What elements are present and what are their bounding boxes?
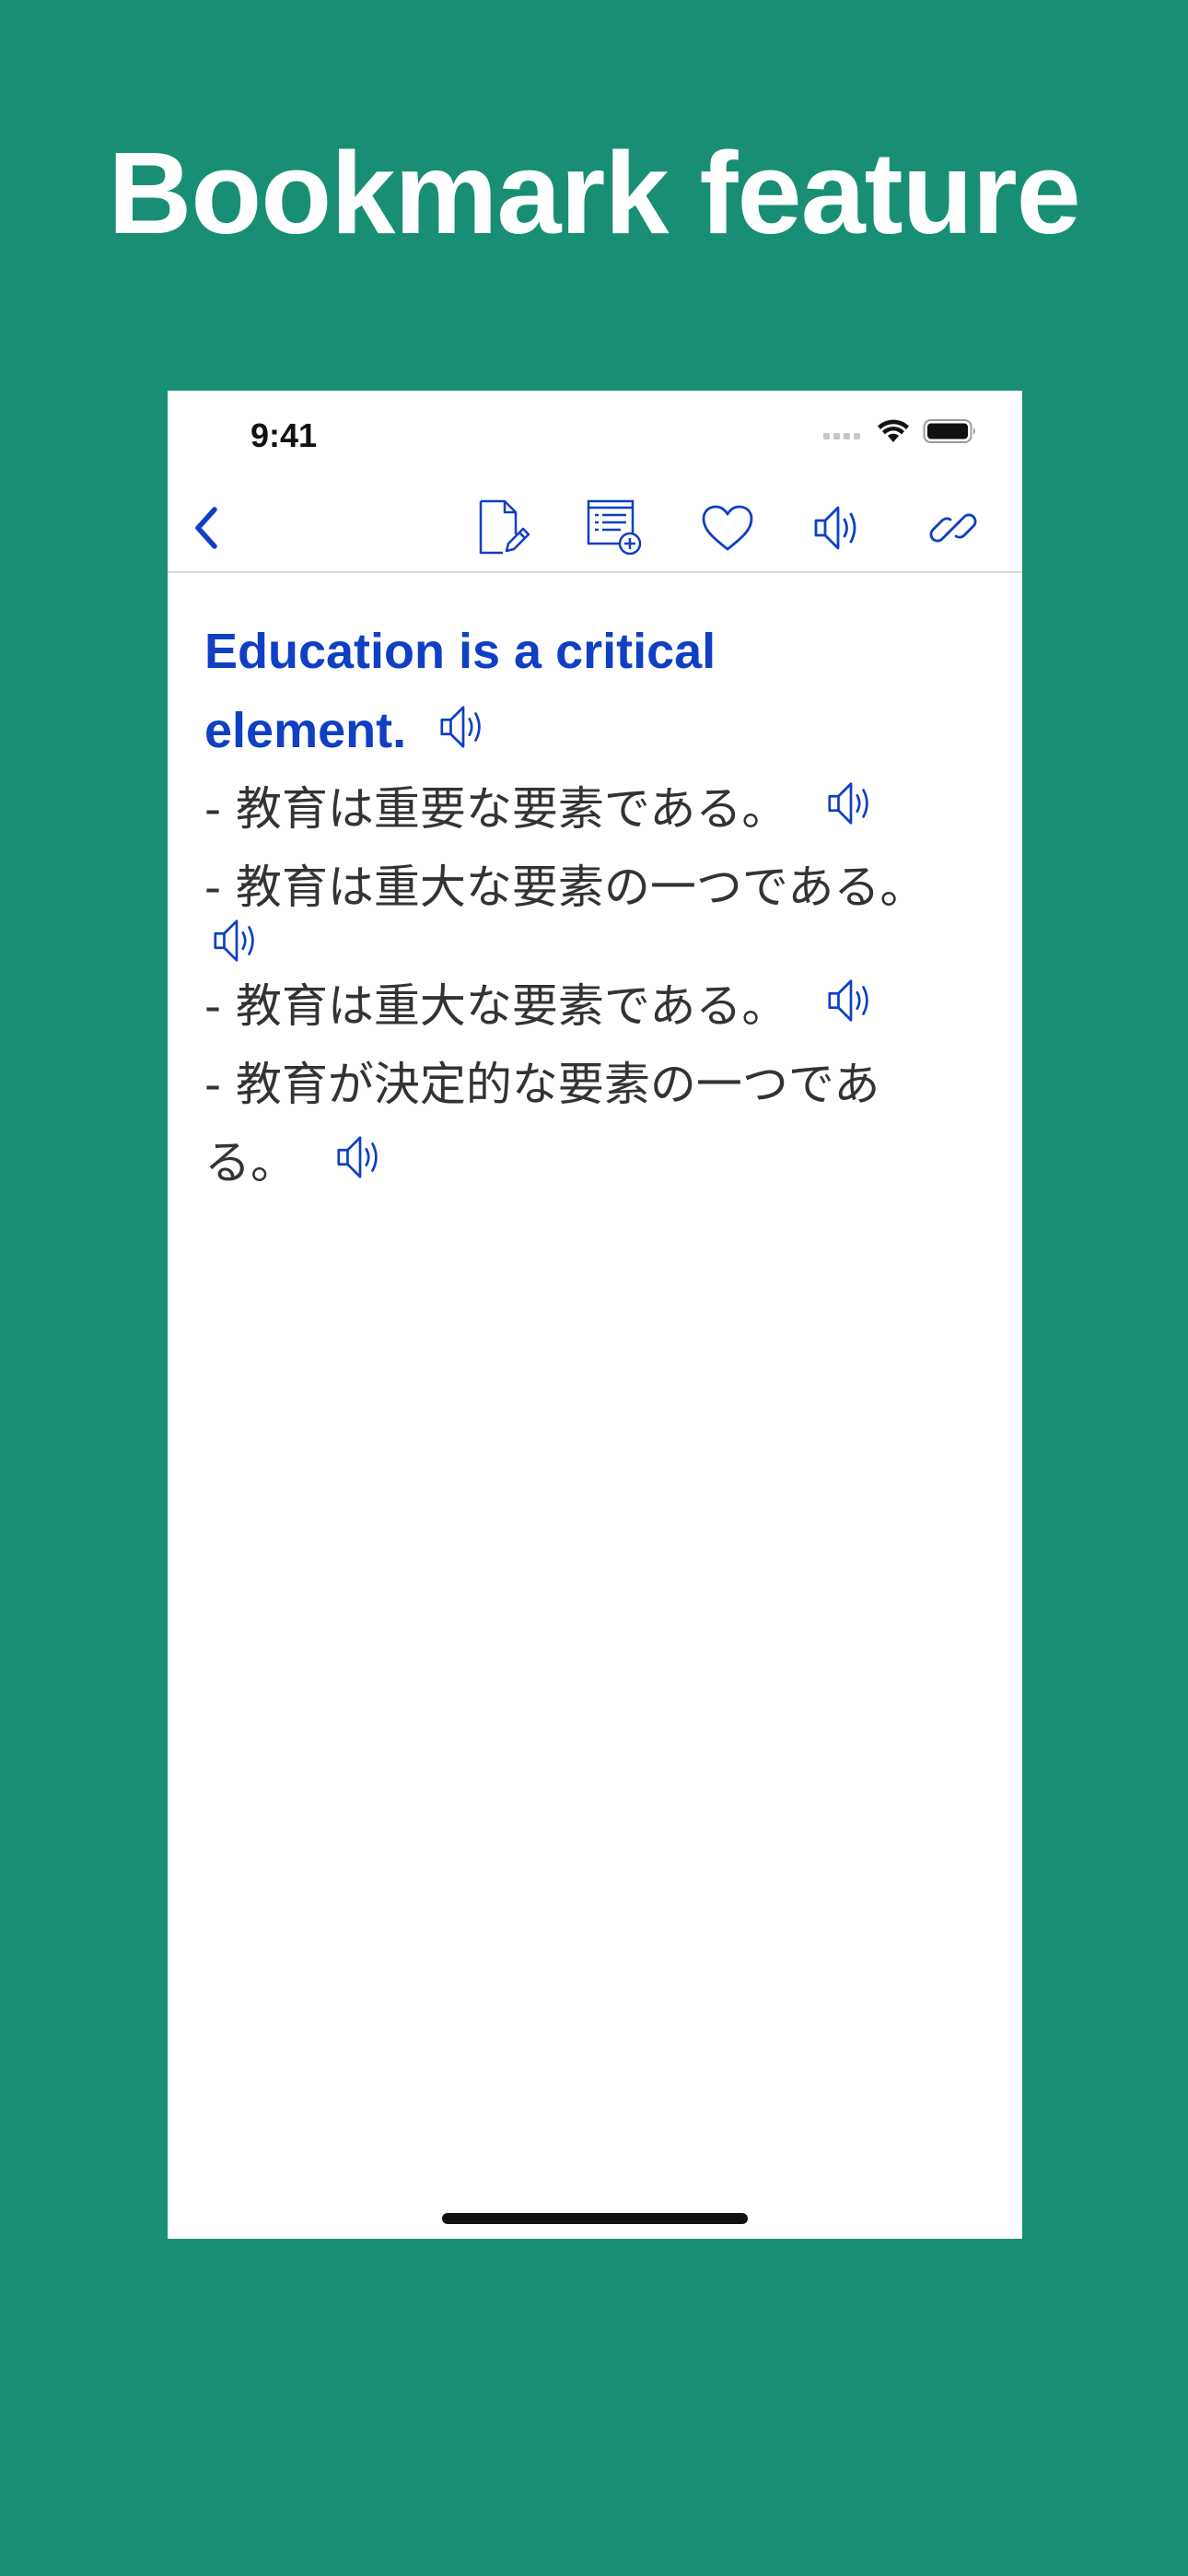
status-bar: 9:41 [168,391,1022,483]
translation-speaker-icon[interactable] [824,777,878,830]
wifi-icon [877,418,910,444]
translation-item: - 教育は重大な要素の一つである。 [204,849,987,927]
favorite-button[interactable] [695,496,760,560]
back-chevron-icon [189,504,226,552]
translation-speaker-icon[interactable] [824,974,878,1027]
home-indicator[interactable] [442,2213,748,2224]
edit-note-button[interactable] [470,496,534,560]
translation-text: - 教育が決定的な要素の一つである。 [204,1058,880,1189]
translation-text: - 教育は重要な要素である。 [204,782,788,836]
add-to-list-icon [584,498,645,558]
toolbar [168,483,1022,573]
promo-title: Bookmark feature [108,128,1080,258]
translation-speaker-icon[interactable] [333,1130,387,1184]
translation-speaker-icon[interactable] [210,914,263,967]
translation-item: - 教育は重大な要素である。 [204,967,987,1046]
status-time: 9:41 [250,416,318,454]
entry-content: Education is a critical element. - 教育は重要… [204,612,987,1202]
battery-icon [923,418,978,444]
english-speaker-icon[interactable] [437,700,490,754]
translation-item: - 教育は重要な要素である。 [204,770,987,849]
phone-screen: 9:41 Education is a critical element. - … [168,391,1022,2239]
english-sentence: Education is a critical element. [204,612,775,770]
speaker-icon [810,500,866,556]
heart-icon [700,503,755,553]
back-button[interactable] [175,496,239,560]
status-icons [823,418,978,444]
link-icon [926,500,981,556]
edit-note-icon [472,498,532,558]
signal-icon [823,422,864,440]
share-link-button[interactable] [921,496,985,560]
translation-text: - 教育は重大な要素の一つである。 [204,861,926,914]
play-audio-button[interactable] [806,496,870,560]
add-to-list-button[interactable] [582,496,646,560]
translation-text: - 教育は重大な要素である。 [204,979,788,1033]
translation-item: - 教育が決定的な要素の一つである。 [204,1046,941,1202]
